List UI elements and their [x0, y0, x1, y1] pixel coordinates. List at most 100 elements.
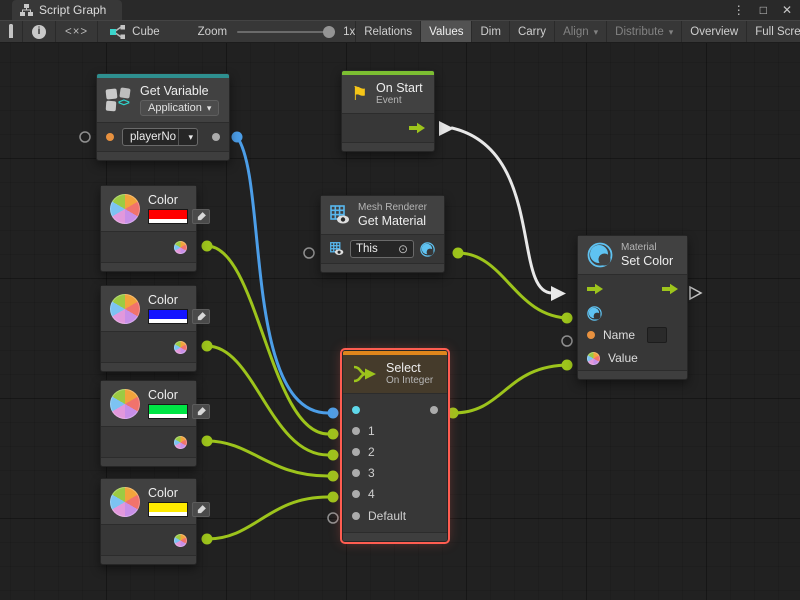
zoom-value: 1x	[343, 26, 355, 38]
node-footer	[342, 143, 434, 151]
name-input[interactable]	[647, 327, 667, 343]
code-view-button[interactable]: <×>	[56, 21, 98, 42]
close-icon[interactable]: ✕	[782, 0, 792, 20]
port-flow-out-icon[interactable]	[409, 122, 425, 134]
port-option-in[interactable]	[352, 448, 360, 456]
button-label: Overview	[690, 26, 738, 38]
option-label: Default	[368, 509, 406, 523]
graph-hierarchy-icon	[20, 4, 33, 16]
node-footer	[101, 458, 196, 466]
port-color-out-icon[interactable]	[174, 341, 187, 354]
tab-title: Script Graph	[39, 3, 106, 17]
eyedropper-button[interactable]	[192, 209, 210, 224]
node-title: On Start	[376, 81, 423, 95]
toolbar-button-relations[interactable]: Relations	[356, 21, 421, 42]
target-field[interactable]: This ⊙	[350, 240, 414, 258]
option-label: 1	[368, 424, 375, 438]
port-color-out-icon[interactable]	[174, 241, 187, 254]
eyedropper-button[interactable]	[192, 309, 210, 324]
tab-script-graph[interactable]: Script Graph	[12, 0, 122, 20]
node-select-on-integer[interactable]: Select On Integer 1 2 3 4 Default	[342, 350, 448, 542]
port-selection-out[interactable]	[430, 406, 438, 414]
button-label: Carry	[518, 26, 546, 38]
node-on-start[interactable]: On Start Event	[341, 70, 435, 152]
port-option-in[interactable]	[352, 490, 360, 498]
lock-icon	[9, 26, 13, 38]
node-footer	[343, 533, 447, 541]
node-get-material[interactable]: Mesh Renderer Get Material This ⊙	[320, 195, 445, 273]
target-value: This	[356, 243, 378, 255]
port-label-value: Value	[608, 351, 638, 365]
option-label: 3	[368, 466, 375, 480]
node-footer	[101, 363, 196, 371]
zoom-slider[interactable]	[237, 31, 333, 33]
color-swatch[interactable]	[148, 209, 188, 224]
menu-icon[interactable]: ⋮	[733, 0, 745, 20]
toolbar-button-carry[interactable]: Carry	[510, 21, 555, 42]
toolbar-button-fullscreen[interactable]: Full Screen	[747, 21, 800, 42]
node-color-blue[interactable]: Color	[100, 285, 197, 372]
mesh-renderer-port-icon[interactable]	[330, 242, 344, 256]
node-color-yellow[interactable]: Color	[100, 478, 197, 565]
port-flow-in-icon[interactable]	[587, 283, 603, 295]
button-label: Full Screen	[755, 26, 800, 38]
port-name-in[interactable]	[106, 133, 114, 141]
chevron-down-icon	[202, 102, 212, 114]
toolbar-button-values[interactable]: Values	[421, 21, 472, 42]
color-swatch[interactable]	[148, 502, 188, 517]
port-color-out-icon[interactable]	[174, 436, 187, 449]
port-color-in-icon[interactable]	[587, 352, 600, 365]
node-title: Color	[148, 486, 210, 500]
variable-scope-dropdown[interactable]: Application	[140, 100, 219, 116]
color-swatch[interactable]	[148, 404, 188, 419]
chevron-down-icon	[589, 26, 599, 38]
node-color-red[interactable]: Color	[100, 185, 197, 272]
object-picker-icon[interactable]: ⊙	[398, 242, 408, 256]
eyedropper-button[interactable]	[192, 404, 210, 419]
inspect-button[interactable]	[23, 21, 56, 42]
port-color-out-icon[interactable]	[174, 534, 187, 547]
node-title: Select	[386, 361, 433, 375]
port-name-in[interactable]	[587, 331, 595, 339]
zoom-label: Zoom	[198, 26, 227, 38]
port-option-in[interactable]	[352, 427, 360, 435]
chevron-down-icon	[664, 26, 674, 38]
toolbar-button-dim[interactable]: Dim	[472, 21, 509, 42]
node-get-variable[interactable]: Get Variable Application playerNo	[96, 73, 230, 161]
graph-toolbar: <×> Cube Zoom 1x Relations Values Dim Ca…	[0, 20, 800, 43]
color-wheel-icon	[110, 294, 140, 324]
script-graph-window: Script Graph ⋮ □ ✕ <×> Cube Zo	[0, 0, 800, 600]
node-color-green[interactable]: Color	[100, 380, 197, 467]
color-wheel-icon	[110, 194, 140, 224]
color-swatch[interactable]	[148, 309, 188, 324]
port-material-in-icon[interactable]	[587, 306, 602, 321]
graph-target-button[interactable]: Cube	[98, 21, 172, 42]
eyedropper-icon	[196, 211, 207, 222]
maximize-icon[interactable]: □	[760, 0, 767, 20]
eyedropper-icon	[196, 504, 207, 515]
node-footer	[101, 263, 196, 271]
button-label: Values	[429, 26, 463, 38]
port-selector-in[interactable]	[352, 406, 360, 414]
node-footer	[97, 152, 229, 160]
toolbar-button-overview[interactable]: Overview	[682, 21, 747, 42]
port-default-in[interactable]	[352, 512, 360, 520]
port-value-out[interactable]	[212, 133, 220, 141]
tab-strip: Script Graph ⋮ □ ✕	[0, 0, 800, 20]
window-controls: ⋮ □ ✕	[733, 0, 792, 20]
select-merge-icon	[352, 364, 378, 384]
code-view-label: <×>	[65, 26, 88, 38]
lock-button[interactable]	[0, 21, 23, 42]
toolbar-button-align: Align	[555, 21, 607, 42]
variable-name-dropdown[interactable]: playerNo	[122, 128, 198, 146]
port-material-out-icon[interactable]	[420, 242, 435, 257]
port-flow-out-icon[interactable]	[662, 283, 678, 295]
port-option-in[interactable]	[352, 469, 360, 477]
node-set-color[interactable]: Material Set Color Name	[577, 235, 688, 380]
node-footer	[578, 371, 687, 379]
graph-pointer-icon	[110, 25, 126, 39]
zoom-slider-handle[interactable]	[323, 26, 335, 38]
chevron-down-icon[interactable]	[178, 129, 197, 145]
node-category: Mesh Renderer	[358, 202, 427, 214]
eyedropper-button[interactable]	[192, 502, 210, 517]
